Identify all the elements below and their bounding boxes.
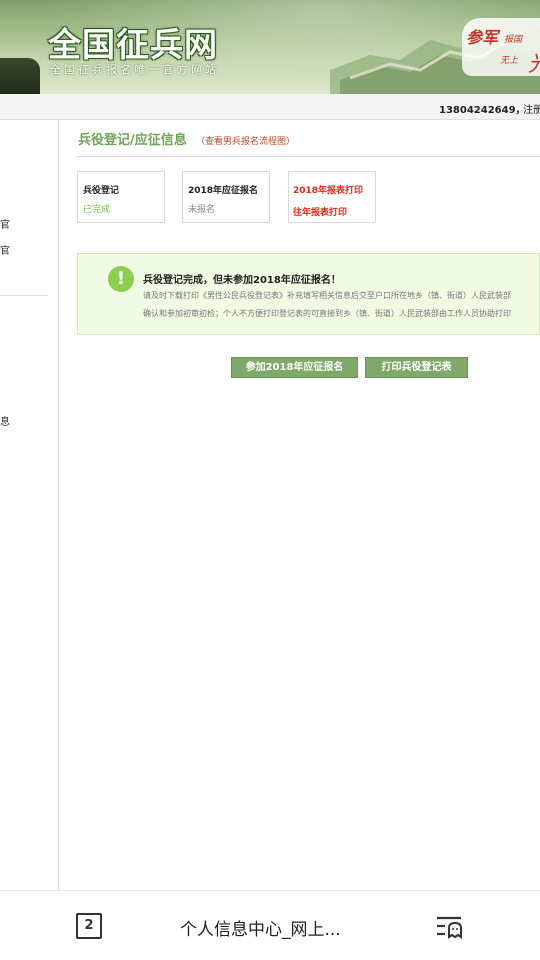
sidebar: 官 官 息 xyxy=(0,120,59,890)
notice-title: 兵役登记完成，但未参加2018年应征报名！ xyxy=(143,275,341,286)
print-registration-button[interactable]: 打印兵役登记表 xyxy=(365,357,468,378)
notice-text: 请及时下载打印《男性公民兵役登记表》补充填写相关信息后交至户口所在地乡（镇、街道… xyxy=(143,291,511,300)
slogan-card: 参军 报国 无上 光 xyxy=(462,18,540,78)
step-card-registration[interactable]: 兵役登记 已完成 xyxy=(77,171,165,223)
warning-icon: ! xyxy=(108,266,134,292)
step-card-enlistment[interactable]: 2018年应征报名 未报名 xyxy=(182,171,270,223)
slogan-text: 参军 xyxy=(466,28,499,47)
step-status: 已完成 xyxy=(83,205,111,215)
step-name: 兵役登记 xyxy=(83,186,120,196)
title-divider xyxy=(76,156,540,157)
user-phone: 13804242649， xyxy=(439,105,526,116)
sidebar-divider xyxy=(0,295,48,296)
slogan-text: 报国 xyxy=(504,35,523,45)
flowchart-link[interactable]: （查看男兵报名流程图） xyxy=(196,134,295,147)
step-status: 未报名 xyxy=(188,205,216,215)
notice-box: ! 兵役登记完成，但未参加2018年应征报名！ 请及时下载打印《男性公民兵役登记… xyxy=(77,253,540,335)
site-subtitle: 全国征兵报名唯一官方网站 xyxy=(50,64,220,76)
soldiers-graphic xyxy=(0,58,40,94)
notice-text: 确认和参加初审初检；个人不方便打印登记表的可直接到乡（镇、街道）人民武装部由工作… xyxy=(143,309,511,318)
step-card-print: 2018年报表打印 往年报表打印 xyxy=(288,171,376,223)
browser-bottom-bar: 2 个人信息中心_网上... xyxy=(0,890,540,960)
sidebar-item[interactable]: 息 xyxy=(0,413,10,428)
user-bar: 13804242649， 注册 xyxy=(0,94,540,120)
site-banner: 全国征兵网 全国征兵报名唯一官方网站 参军 报国 无上 光 xyxy=(0,0,540,94)
menu-icon[interactable] xyxy=(434,913,466,941)
slogan-text: 无上 xyxy=(500,56,519,66)
print-previous-link[interactable]: 往年报表打印 xyxy=(293,205,347,218)
apply-enlistment-button[interactable]: 参加2018年应征报名 xyxy=(231,357,358,378)
page-name[interactable]: 个人信息中心_网上... xyxy=(180,915,341,940)
page-title: 兵役登记/应征信息 xyxy=(78,133,187,148)
step-name: 2018年应征报名 xyxy=(188,186,259,196)
site-title[interactable]: 全国征兵网 xyxy=(48,18,218,66)
slogan-text: 光 xyxy=(528,46,540,78)
tab-count-button[interactable]: 2 xyxy=(76,913,102,939)
logout-link[interactable]: 注册 xyxy=(523,101,540,116)
print-2018-link[interactable]: 2018年报表打印 xyxy=(293,183,363,196)
sidebar-item[interactable]: 官 xyxy=(0,216,10,231)
main-panel: 兵役登记/应征信息 （查看男兵报名流程图） 兵役登记 已完成 2018年应征报名… xyxy=(60,120,540,890)
sidebar-item[interactable]: 官 xyxy=(0,242,10,257)
